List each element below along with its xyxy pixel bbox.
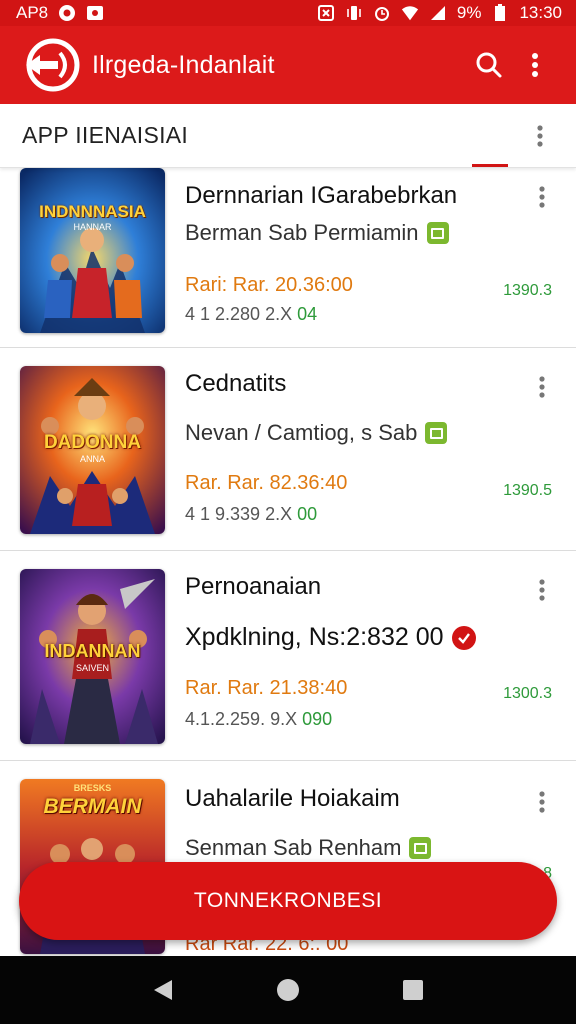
thumbnail-title-text: BERMAIN <box>43 795 142 818</box>
search-button[interactable] <box>466 42 512 88</box>
item-more-button[interactable] <box>530 787 554 817</box>
item-meta: 4 1 2.280 2.X 04 <box>185 304 317 325</box>
more-vert-icon <box>539 791 545 813</box>
item-title: Uahalarile Hoiakaim <box>185 785 400 812</box>
section-title: APP IIENAISIAI <box>22 122 189 148</box>
item-subtitle-text: Berman Sab Permiamin <box>185 220 419 245</box>
status-carrier: AP8 <box>16 3 49 22</box>
more-vert-icon <box>539 376 545 398</box>
item-price: Rari: Rar. 20.36:00 <box>185 274 353 296</box>
item-count: 1300.3 <box>503 685 552 702</box>
item-subtitle: Berman Sab Permiamin <box>185 220 449 246</box>
list-item[interactable]: DADONNA ANNA Cednatits Nevan / Camtiog, … <box>0 348 576 551</box>
app-list: INDNNNASIA HANNAR Dernnarian IGarabebrka… <box>0 168 576 956</box>
signal-icon <box>429 4 447 22</box>
thumbnail-subtitle-text: HANNAR <box>73 222 112 232</box>
more-vert-icon <box>539 186 545 208</box>
item-meta-text: 4 1 9.339 2.X <box>185 504 293 524</box>
nav-back-button[interactable] <box>143 970 183 1010</box>
status-battery-text: 9% <box>456 3 482 22</box>
item-meta: 4.1.2.259. 9.X 090 <box>185 709 332 730</box>
item-title: Dernnarian IGarabebrkan <box>185 182 458 209</box>
item-subtitle-text: Xpdklning, Ns:2:832 00 <box>185 623 444 651</box>
store-badge-icon <box>426 222 449 244</box>
verified-check-icon <box>451 625 476 650</box>
alarm-icon <box>373 4 391 22</box>
item-subtitle: Xpdklning, Ns:2:832 00 <box>185 623 476 652</box>
item-price: Rar. Rar. 21.38:40 <box>185 677 348 699</box>
item-more-button[interactable] <box>530 575 554 605</box>
thumbnail-title-text: INDNNNASIA <box>39 202 146 221</box>
thumbnail-title-text: INDANNAN <box>44 641 141 661</box>
app-logo-icon[interactable] <box>22 36 80 94</box>
store-badge-icon <box>425 422 448 444</box>
notification-circle-icon <box>58 4 76 22</box>
game-thumbnail[interactable]: DADONNA ANNA <box>20 366 165 534</box>
more-vert-icon <box>537 124 543 147</box>
more-vert-icon <box>532 53 538 77</box>
item-subtitle-text: Nevan / Camtiog, s Sab <box>185 420 418 445</box>
nav-recents-button[interactable] <box>393 970 433 1010</box>
game-thumbnail[interactable]: INDANNAN SAIVEN <box>20 569 165 744</box>
search-icon <box>476 52 502 78</box>
thumbnail-subtitle-text: ANNA <box>79 454 105 464</box>
nav-recents-icon <box>403 980 424 1000</box>
item-meta-text: 4 1 2.280 2.X <box>185 304 293 324</box>
section-more-button[interactable] <box>528 121 552 151</box>
item-price: Rar. Rar. 82.36:40 <box>185 472 348 494</box>
nav-home-button[interactable] <box>268 970 308 1010</box>
list-item[interactable]: INDANNAN SAIVEN Pernoanaian Xpdklning, N… <box>0 551 576 761</box>
notification-square-icon <box>86 4 104 22</box>
nav-back-icon <box>153 980 172 1000</box>
app-bar: Ilrgeda-Indanlait <box>0 26 576 104</box>
app-title: Ilrgeda-Indanlait <box>92 50 275 79</box>
system-nav-bar <box>0 956 576 1024</box>
item-meta-text: 4.1.2.259. 9.X <box>185 709 298 729</box>
item-meta-accent: 00 <box>297 504 318 524</box>
item-subtitle: Nevan / Camtiog, s Sab <box>185 420 448 446</box>
item-title: Cednatits <box>185 370 287 397</box>
thumbnail-title-text: DADONNA <box>43 432 142 453</box>
section-header: APP IIENAISIAI <box>0 104 576 168</box>
thumbnail-subtitle-text: SAIVEN <box>75 663 109 673</box>
nav-home-icon <box>276 979 299 1001</box>
overflow-menu-button[interactable] <box>512 42 558 88</box>
store-badge-icon <box>409 837 432 859</box>
primary-action-button[interactable]: TONNEKRONBESI <box>19 862 557 940</box>
game-thumbnail[interactable]: INDNNNASIA HANNAR <box>20 168 165 333</box>
item-meta-accent: 090 <box>302 709 333 729</box>
wifi-icon <box>401 4 419 22</box>
status-time: 13:30 <box>519 3 562 22</box>
item-meta-accent: 04 <box>297 304 318 324</box>
item-more-button[interactable] <box>530 182 554 212</box>
vibrate-icon <box>345 4 363 22</box>
battery-icon <box>491 4 509 22</box>
item-subtitle-text: Senman Sab Renham <box>185 835 402 860</box>
nfc-icon <box>317 4 335 22</box>
tab-indicator <box>472 164 508 167</box>
item-count: 1390.5 <box>503 482 552 499</box>
list-item[interactable]: INDNNNASIA HANNAR Dernnarian IGarabebrka… <box>0 168 576 348</box>
thumbnail-subtitle-text: BRESKS <box>73 783 112 793</box>
more-vert-icon <box>539 579 545 601</box>
item-more-button[interactable] <box>530 372 554 402</box>
item-meta: 4 1 9.339 2.X 00 <box>185 504 317 525</box>
item-subtitle: Senman Sab Renham <box>185 835 432 861</box>
item-title: Pernoanaian <box>185 573 322 600</box>
item-count: 1390.3 <box>503 282 552 299</box>
status-bar: AP8 9% 13:30 <box>0 0 576 26</box>
